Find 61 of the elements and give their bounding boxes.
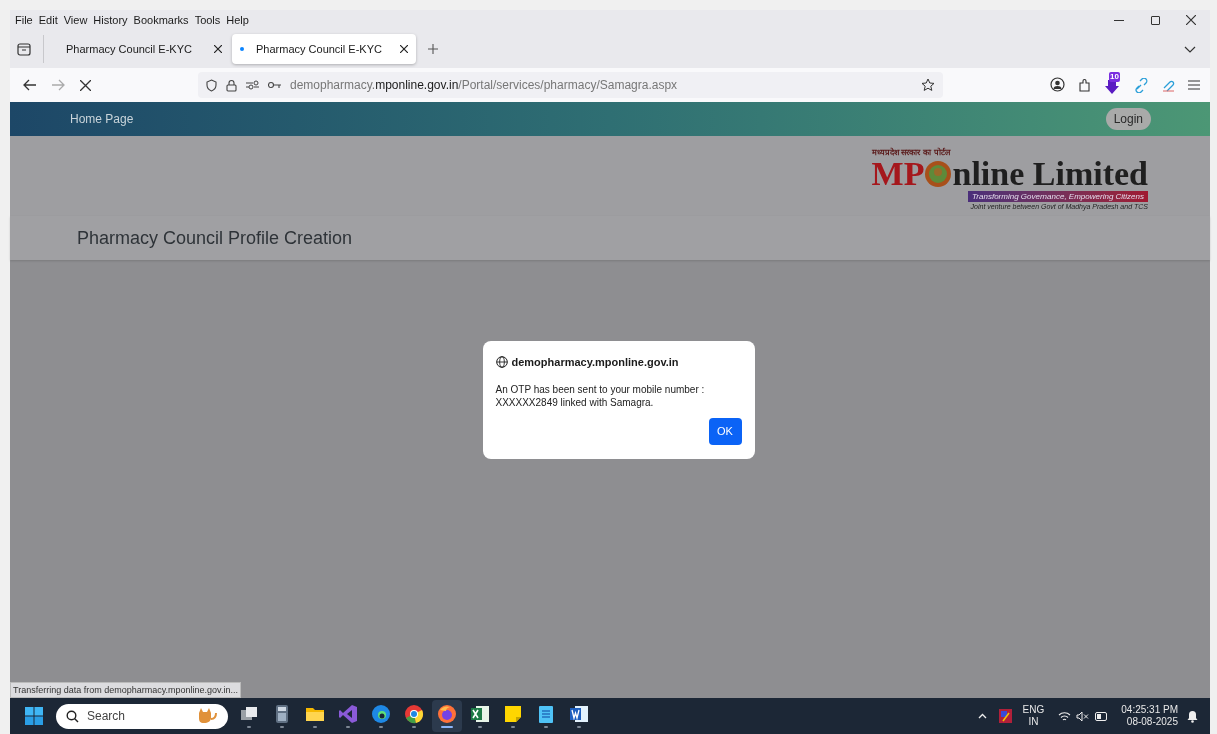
search-field[interactable]: Search	[56, 703, 228, 729]
back-arrow-icon[interactable]	[23, 79, 37, 91]
windows-logo-icon[interactable]	[25, 707, 43, 725]
wifi-icon[interactable]	[1058, 710, 1072, 722]
battery-icon[interactable]	[1095, 711, 1109, 721]
link-icon[interactable]	[1134, 77, 1149, 93]
round-logo-icon[interactable]	[404, 704, 424, 724]
url-text[interactable]: demopharmacy.mponline.gov.in/Portal/services/pharmacy/Samagra.aspx	[290, 76, 921, 94]
search-icon	[66, 709, 79, 723]
home-page-link[interactable]: Home Page	[70, 110, 134, 128]
tab-title: Pharmacy Council E-KYC	[66, 41, 193, 57]
plus-icon[interactable]	[428, 44, 438, 54]
notepad-icon[interactable]	[536, 704, 556, 724]
browser-tab[interactable]: Pharmacy Council E-KYC	[232, 34, 416, 64]
close-icon[interactable]	[400, 45, 408, 53]
dialog-message: An OTP has been sent to your mobile number : XXXXXX2849 linked with Samagra.	[495, 382, 706, 409]
chevron-up-icon[interactable]	[977, 713, 987, 719]
spreadsheet-icon[interactable]	[470, 704, 490, 724]
stop-icon[interactable]	[80, 79, 91, 91]
login-button[interactable]: Login	[1105, 108, 1151, 130]
ribbon-logo-icon[interactable]	[338, 704, 358, 724]
colorful-square-icon[interactable]	[998, 709, 1012, 723]
region-indicator[interactable]: IN	[1028, 716, 1039, 728]
document-w-icon[interactable]	[569, 704, 589, 724]
status-text: Transferring data from demopharmacy.mponline.gov.in...	[10, 682, 241, 698]
menu-icon[interactable]	[1188, 80, 1200, 90]
menu-item[interactable]: View	[60, 11, 91, 29]
bell-icon[interactable]	[1187, 709, 1198, 723]
shield-icon	[206, 78, 217, 92]
menu-item[interactable]: Help	[223, 11, 252, 29]
browser-tab[interactable]: Pharmacy Council E-KYC	[46, 34, 230, 64]
ok-button[interactable]: OK	[708, 417, 742, 445]
account-icon[interactable]	[1050, 77, 1066, 93]
page-heading: Pharmacy Council Profile Creation	[77, 226, 353, 250]
menu-item[interactable]: History	[90, 11, 131, 29]
clock-time[interactable]: 04:25:31 PM	[1121, 704, 1178, 716]
menu-item[interactable]: Tools	[191, 11, 224, 29]
star-icon[interactable]	[921, 78, 935, 92]
key-icon[interactable]	[268, 81, 282, 89]
notification-badge: 10	[1109, 72, 1120, 82]
menu-item[interactable]: File	[12, 11, 36, 29]
tray-icon[interactable]	[17, 42, 31, 56]
sticky-note-icon[interactable]	[503, 704, 523, 724]
chevron-down-icon[interactable]	[1184, 45, 1196, 53]
dialog-origin: demopharmacy.mponline.gov.in	[511, 355, 679, 370]
menu-item[interactable]: Bookmarks	[130, 11, 192, 29]
clock-date[interactable]: 08-08-2025	[1126, 716, 1178, 728]
taskbar-app[interactable]	[432, 700, 462, 732]
menu-item[interactable]: Edit	[35, 11, 61, 29]
close-icon[interactable]	[1186, 15, 1196, 25]
language-indicator[interactable]: ENG	[1022, 704, 1045, 716]
address-bar[interactable]: demopharmacy.mponline.gov.in/Portal/services/pharmacy/Samagra.aspx	[198, 72, 943, 98]
close-icon[interactable]	[214, 45, 222, 53]
cat-icon	[196, 707, 218, 725]
muted-speaker-icon[interactable]	[1076, 710, 1091, 722]
minimize-icon[interactable]	[1114, 19, 1124, 21]
restore-icon[interactable]	[1151, 15, 1160, 25]
tab-title: Pharmacy Council E-KYC	[256, 41, 383, 57]
lock-icon	[226, 78, 237, 92]
globe-icon	[495, 356, 508, 369]
sliders-icon[interactable]	[246, 80, 259, 90]
